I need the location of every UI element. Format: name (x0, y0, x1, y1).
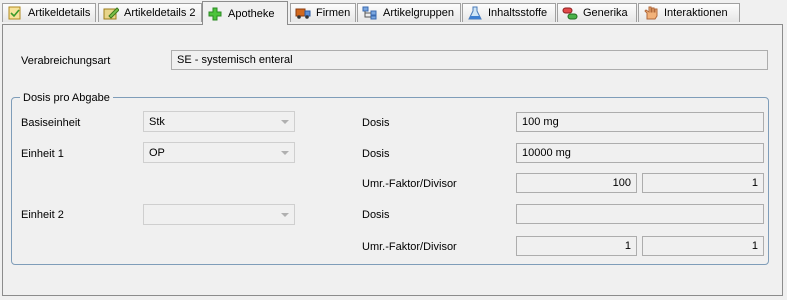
tab-artikeldetails[interactable]: Artikeldetails (2, 3, 96, 22)
verabreichungsart-field[interactable]: SE - systemisch enteral (171, 50, 768, 70)
hand-icon (644, 6, 658, 20)
basiseinheit-dosis-label: Dosis (362, 117, 390, 129)
tab-label: Inhaltsstoffe (488, 7, 548, 19)
einheit2-divisor-value: 1 (751, 240, 758, 252)
tab-inhaltsstoffe[interactable]: Inhaltsstoffe (462, 3, 556, 22)
verabreichungsart-value: SE - systemisch enteral (177, 54, 293, 66)
einheit2-combo[interactable] (143, 204, 295, 225)
basiseinheit-combo[interactable]: Stk (143, 111, 295, 132)
chevron-down-icon[interactable] (279, 210, 291, 219)
flask-icon (468, 6, 482, 20)
einheit1-dosis-value: 10000 mg (522, 147, 571, 159)
einheit1-label: Einheit 1 (21, 148, 64, 160)
einheit1-divisor-field[interactable]: 1 (642, 173, 764, 193)
einheit1-dosis-label: Dosis (362, 148, 390, 160)
einheit2-divisor-field[interactable]: 1 (642, 236, 764, 256)
truck-icon (295, 8, 311, 19)
tab-label: Artikelgruppen (383, 7, 454, 19)
tab-firmen[interactable]: Firmen (290, 3, 356, 22)
tab-label: Artikeldetails 2 (124, 7, 196, 19)
basiseinheit-value: Stk (149, 115, 165, 128)
einheit1-faktor-value: 100 (612, 177, 631, 189)
tab-artikeldetails-2[interactable]: Artikeldetails 2 (98, 3, 202, 22)
tab-label: Interaktionen (664, 7, 728, 19)
einheit1-combo[interactable]: OP (143, 142, 295, 163)
tab-strip: Artikeldetails Artikeldetails 2 Apotheke… (0, 0, 787, 26)
einheit2-faktor-label: Umr.-Faktor/Divisor (362, 241, 457, 253)
einheit1-faktor-field[interactable]: 100 (516, 173, 637, 193)
einheit1-divisor-value: 1 (751, 177, 758, 189)
dosis-group-title: Dosis pro Abgabe (20, 92, 113, 104)
tab-interaktionen[interactable]: Interaktionen (638, 3, 740, 22)
pencil-icon (103, 7, 119, 20)
einheit1-value: OP (149, 146, 165, 159)
tab-label: Generika (583, 7, 628, 19)
tab-artikelgruppen[interactable]: Artikelgruppen (357, 3, 461, 22)
chevron-down-icon[interactable] (279, 148, 291, 157)
tab-apotheke[interactable]: Apotheke (202, 1, 288, 25)
verabreichungsart-label: Verabreichungsart (21, 55, 111, 67)
pills-icon (562, 7, 578, 20)
grouping-icon (362, 6, 377, 20)
einheit2-dosis-field[interactable] (516, 204, 764, 224)
einheit2-dosis-label: Dosis (362, 209, 390, 221)
tab-label: Apotheke (228, 7, 275, 20)
basiseinheit-dosis-field[interactable]: 100 mg (516, 112, 764, 132)
einheit1-faktor-label: Umr.-Faktor/Divisor (362, 178, 457, 190)
document-check-icon (8, 6, 21, 20)
einheit2-faktor-value: 1 (624, 240, 631, 252)
basiseinheit-label: Basiseinheit (21, 117, 81, 129)
tab-label: Artikeldetails (28, 7, 91, 19)
einheit1-dosis-field[interactable]: 10000 mg (516, 143, 764, 163)
einheit2-faktor-field[interactable]: 1 (516, 236, 637, 256)
einheit2-label: Einheit 2 (21, 209, 64, 221)
green-cross-icon (208, 7, 222, 20)
tab-generika[interactable]: Generika (557, 3, 637, 22)
basiseinheit-dosis-value: 100 mg (522, 116, 559, 128)
chevron-down-icon[interactable] (279, 117, 291, 126)
tab-label: Firmen (316, 7, 351, 19)
